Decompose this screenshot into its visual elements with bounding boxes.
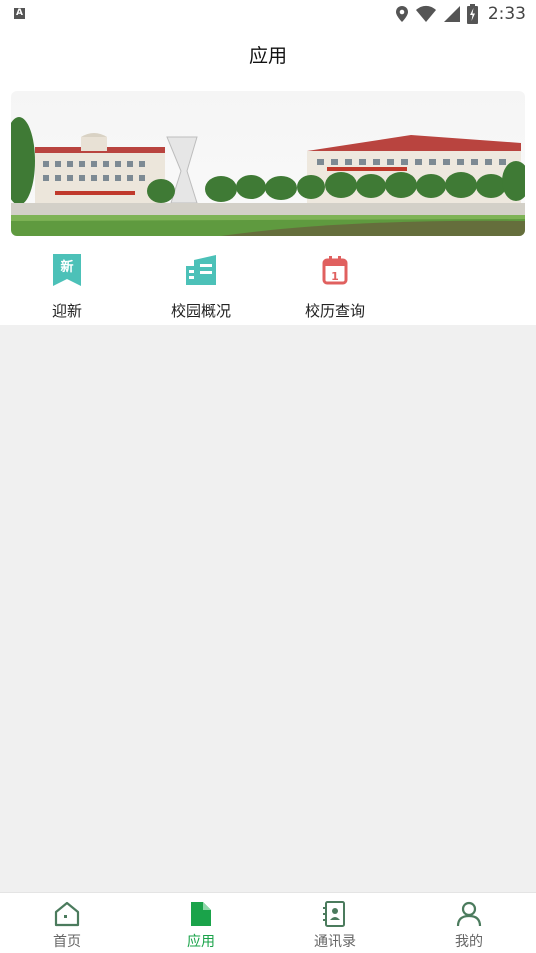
tab-contacts[interactable]: 通讯录	[268, 893, 402, 953]
notification-indicator: A	[14, 8, 25, 19]
building-icon	[186, 255, 216, 285]
tab-profile[interactable]: 我的	[402, 893, 536, 953]
ribbon-new-badge: 新	[60, 259, 73, 275]
calendar-day-badge: 1	[331, 270, 339, 283]
campus-banner-image[interactable]	[11, 91, 525, 236]
app-item-school-calendar[interactable]: 1 校历查询	[280, 252, 390, 321]
tab-home[interactable]: 首页	[0, 893, 134, 953]
status-icons: 2:33	[395, 3, 526, 25]
status-time: 2:33	[487, 4, 526, 24]
app-item-welcome[interactable]: 新 迎新	[12, 252, 122, 321]
tab-label: 通讯录	[314, 934, 356, 950]
home-icon	[54, 901, 80, 927]
calendar-icon: 1	[322, 256, 348, 285]
contacts-icon	[323, 901, 345, 927]
location-icon	[395, 6, 408, 22]
page-title: 应用	[248, 44, 287, 67]
user-icon	[456, 901, 482, 927]
status-bar: A 2:33	[0, 0, 536, 28]
wifi-icon	[415, 5, 436, 22]
document-icon	[191, 902, 211, 926]
tab-apps[interactable]: 应用	[134, 893, 268, 953]
app-item-label: 校园概况	[170, 302, 231, 320]
app-header: 应用	[0, 28, 536, 80]
cell-signal-icon	[443, 6, 460, 22]
bottom-tab-bar: 首页 应用 通讯录 我的	[0, 892, 536, 953]
app-item-label: 校历查询	[304, 302, 365, 320]
app-item-campus-overview[interactable]: 校园概况	[146, 252, 256, 321]
tab-label: 我的	[455, 934, 483, 950]
tab-label: 首页	[53, 934, 81, 950]
app-item-label: 迎新	[51, 302, 82, 320]
ribbon-new-icon: 新	[53, 254, 81, 286]
battery-charging-icon	[466, 4, 478, 24]
app-grid: 新 迎新 校园概况 1 校历查询	[0, 246, 536, 325]
tab-label: 应用	[187, 934, 215, 950]
apps-panel: 新 迎新 校园概况 1 校历查询	[0, 80, 536, 325]
